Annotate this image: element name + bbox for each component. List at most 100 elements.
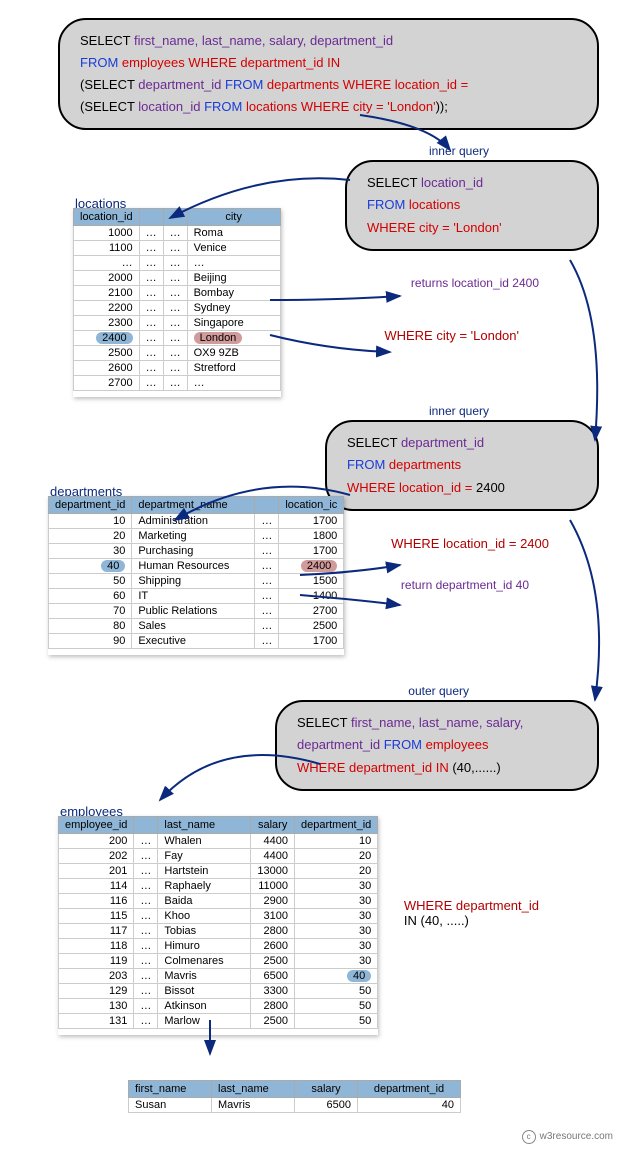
cell-last-name: Hartstein (158, 864, 251, 879)
cell-salary: 2800 (251, 924, 295, 939)
sql-keyword: WHERE (188, 55, 240, 70)
locations-table: location_id city 1000……Roma1100……Venice…… (73, 208, 281, 391)
cell-location-id: 2700 (74, 376, 140, 391)
col-location-id: location_ic (279, 497, 344, 514)
cell-last-name: Fay (158, 849, 251, 864)
annot-where-dept: WHERE department_id (404, 898, 539, 913)
cell-salary: 2500 (251, 1014, 295, 1029)
outer-query-label: outer query (408, 684, 469, 698)
sql-keyword: FROM (80, 55, 122, 70)
cell-emp-id: 117 (59, 924, 134, 939)
cell-salary: 3100 (251, 909, 295, 924)
cell-emp-dept: 30 (294, 909, 377, 924)
cell-emp-dept: 50 (294, 999, 377, 1014)
cell-location-id: 2600 (74, 361, 140, 376)
cell-emp-dept: 10 (294, 834, 377, 849)
cell-dept-id: 70 (49, 604, 132, 619)
cell-dept-id: 20 (49, 529, 132, 544)
cell-dept-id: 40 (49, 559, 132, 574)
cell-location-id: 2400 (74, 331, 140, 346)
sql-keyword: WHERE (297, 760, 349, 775)
cell-emp-dept: 30 (294, 924, 377, 939)
cell-emp-dept: 50 (294, 1014, 377, 1029)
cell-location-id: … (74, 256, 140, 271)
cell-dept-id: 90 (49, 634, 132, 649)
cell-emp-id: 118 (59, 939, 134, 954)
cell-dept-name: IT (132, 589, 255, 604)
cell-emp-id: 129 (59, 984, 134, 999)
cell-dept-loc: 1400 (279, 589, 344, 604)
cell-dept-loc: 1500 (279, 574, 344, 589)
cell-emp-id: 200 (59, 834, 134, 849)
cell-last-name: Tobias (158, 924, 251, 939)
cell-emp-dept: 50 (294, 984, 377, 999)
cell-salary: 13000 (251, 864, 295, 879)
sql-condition: location_id = (399, 480, 476, 495)
sql-table: locations (246, 99, 301, 114)
cell-last-name: Marlow (158, 1014, 251, 1029)
sql-keyword: FROM (204, 99, 246, 114)
col-employee-id: employee_id (59, 817, 134, 834)
result-table: first_name last_name salary department_i… (128, 1080, 461, 1113)
departments-table: department_iddepartment_name location_ic… (48, 496, 344, 649)
cell-dept-loc: 1700 (279, 514, 344, 529)
sql-keyword: WHERE (347, 480, 399, 495)
col-department-name: department_name (132, 497, 255, 514)
cell-location-id: 2100 (74, 286, 140, 301)
cell-city: Singapore (187, 316, 280, 331)
cell-dept-id: 10 (49, 514, 132, 529)
cell-last-name: Mavris (158, 969, 251, 984)
cell-dept-id: 30 (49, 544, 132, 559)
sql-table: departments (389, 457, 461, 472)
cell-dept-loc: 2400 (279, 559, 344, 574)
cell-emp-id: 130 (59, 999, 134, 1014)
cell-city: Beijing (187, 271, 280, 286)
cell-city: Roma (187, 226, 280, 241)
credit: cw3resource.com (522, 1130, 613, 1144)
annot-where-dept-in: IN (40, .....) (404, 913, 539, 928)
cell-first-name: Susan (129, 1098, 212, 1113)
cell-department-id: 40 (358, 1098, 461, 1113)
cell-salary: 2500 (251, 954, 295, 969)
cell-location-id: 1100 (74, 241, 140, 256)
cell-city: … (187, 376, 280, 391)
sql-keyword: FROM (225, 77, 267, 92)
col-department-id: department_id (294, 817, 377, 834)
cell-salary: 2600 (251, 939, 295, 954)
sql-condition: department_id IN (240, 55, 340, 70)
sql-columns: first_name, last_name, salary, departmen… (134, 33, 393, 48)
cell-dept-name: Administration (132, 514, 255, 529)
sql-table: employees (122, 55, 188, 70)
cell-dept-loc: 2700 (279, 604, 344, 619)
main-sql-box: SELECT first_name, last_name, salary, de… (58, 18, 599, 130)
sql-columns: department_id (138, 77, 225, 92)
col-first-name: first_name (129, 1081, 212, 1098)
cell-location-id: 2500 (74, 346, 140, 361)
cell-salary: 2900 (251, 894, 295, 909)
sql-keyword: WHERE (343, 77, 395, 92)
locations-table-wrap: location_id city 1000……Roma1100……Venice…… (73, 208, 281, 397)
annot-where-city: WHERE city = 'London' (384, 328, 519, 343)
cell-city: Stretford (187, 361, 280, 376)
inner-query-label: inner query (429, 404, 489, 418)
cell-last-name: Whalen (158, 834, 251, 849)
annot-where-location: WHERE location_id = 2400 (391, 536, 549, 551)
cell-dept-name: Public Relations (132, 604, 255, 619)
cell-emp-dept: 30 (294, 939, 377, 954)
cell-city: … (187, 256, 280, 271)
cell-last-name: Mavris (212, 1098, 295, 1113)
cell-last-name: Baida (158, 894, 251, 909)
sql-keyword: SELECT (297, 715, 351, 730)
cell-emp-dept: 30 (294, 879, 377, 894)
cell-emp-id: 201 (59, 864, 134, 879)
col-salary: salary (295, 1081, 358, 1098)
sql-keyword: FROM (367, 197, 409, 212)
employees-table-wrap: employee_id last_namesalarydepartment_id… (58, 816, 378, 1035)
cell-salary: 6500 (295, 1098, 358, 1113)
cell-salary: 11000 (251, 879, 295, 894)
cell-emp-dept: 20 (294, 849, 377, 864)
cell-location-id: 1000 (74, 226, 140, 241)
cell-salary: 3300 (251, 984, 295, 999)
col-department-id: department_id (358, 1081, 461, 1098)
sql-columns: location_id (421, 175, 483, 190)
